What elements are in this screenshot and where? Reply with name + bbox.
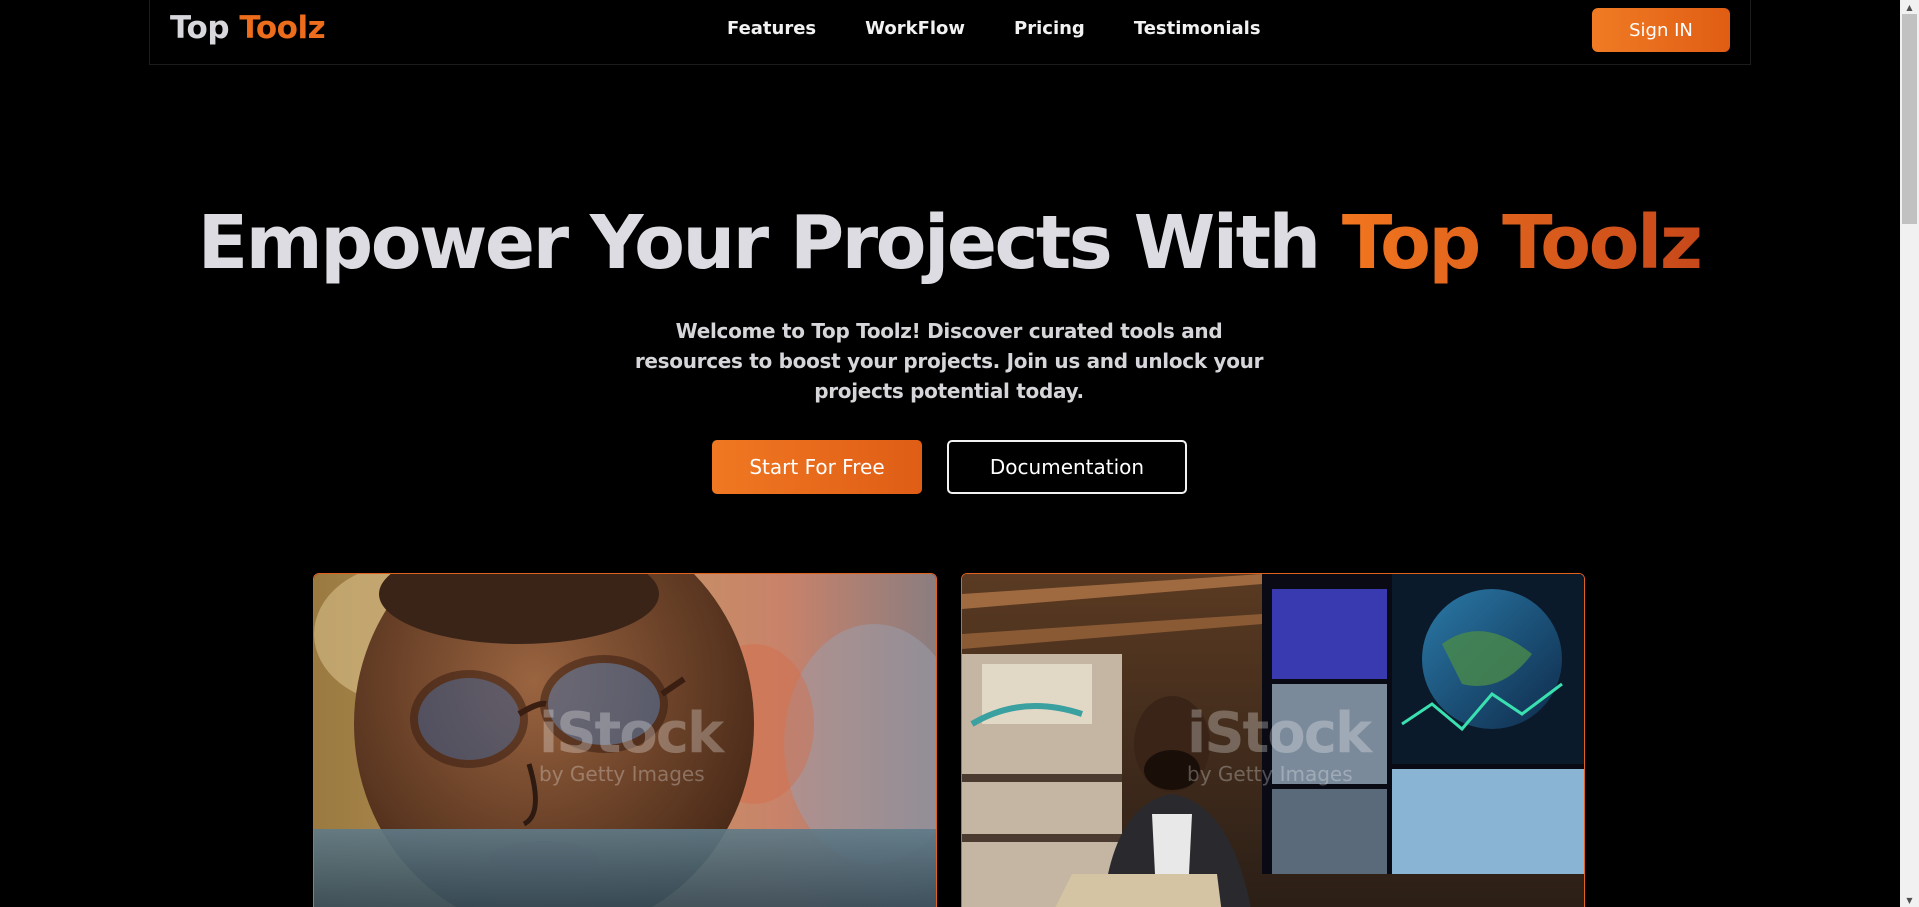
triangle-up-icon[interactable]: ▲: [1900, 0, 1919, 14]
nav-link-features[interactable]: Features: [727, 18, 816, 39]
page-scrollbar[interactable]: ▲ ▼: [1900, 0, 1919, 907]
triangle-down-icon[interactable]: ▼: [1900, 893, 1919, 907]
nav-links: Features WorkFlow Pricing Testimonials: [727, 18, 1310, 39]
presenter-with-screens-photo: [962, 574, 1584, 907]
hero-image-card-left: iStock by Getty Images: [313, 573, 937, 907]
hero-image-card-right: iStock by Getty Images: [961, 573, 1585, 907]
scrollbar-thumb[interactable]: [1902, 14, 1917, 224]
hero-title: Empower Your Projects With Top Toolz: [0, 195, 1898, 291]
nav-link-pricing[interactable]: Pricing: [1014, 18, 1085, 39]
woman-with-glasses-photo: [314, 574, 936, 907]
hero-title-main: Empower Your Projects With: [197, 200, 1322, 286]
nav-link-testimonials[interactable]: Testimonials: [1134, 18, 1261, 39]
top-navbar: Top Toolz Features WorkFlow Pricing Test…: [149, 0, 1751, 65]
hero-title-accent: Top Toolz: [1341, 200, 1703, 286]
nav-link-workflow[interactable]: WorkFlow: [865, 18, 965, 39]
sign-in-button[interactable]: Sign IN: [1592, 8, 1730, 52]
logo-text-primary: Top: [170, 10, 230, 46]
logo-text-accent: Toolz: [239, 10, 326, 46]
brand-logo[interactable]: Top Toolz: [170, 10, 326, 46]
documentation-button[interactable]: Documentation: [947, 440, 1187, 494]
landing-page: Top Toolz Features WorkFlow Pricing Test…: [0, 0, 1919, 907]
start-for-free-button[interactable]: Start For Free: [712, 440, 922, 494]
hero-subtitle: Welcome to Top Toolz! Discover curated t…: [634, 319, 1264, 403]
